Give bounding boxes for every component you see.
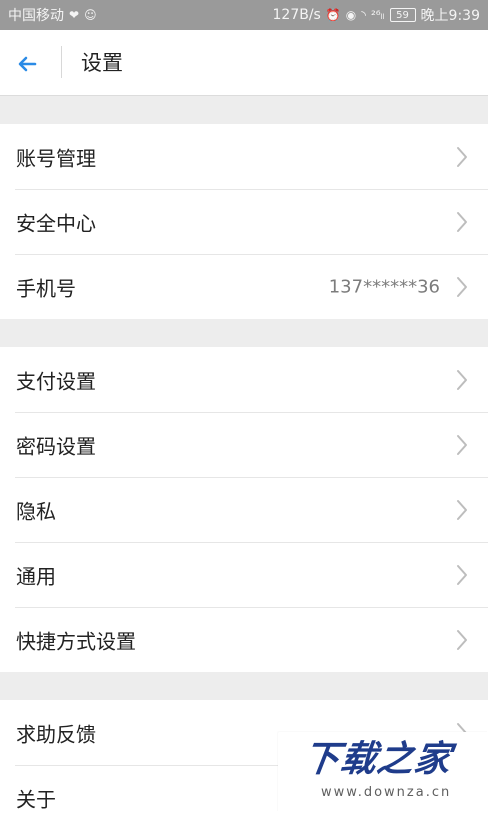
row-security-center[interactable]: 安全中心 — [0, 189, 488, 254]
row-label: 快捷方式设置 — [16, 629, 136, 653]
chevron-right-icon — [457, 276, 467, 297]
section-gap — [0, 319, 488, 347]
watermark-main: 下载之家 — [300, 739, 455, 780]
battery-icon: 59 — [389, 8, 416, 22]
row-label: 支付设置 — [16, 369, 96, 393]
clock: 晚上9:39 — [420, 8, 480, 24]
settings-section-account: 账号管理 安全中心 手机号 137******36 — [0, 124, 488, 319]
smile-icon: ☺ — [84, 8, 97, 22]
row-payment-settings[interactable]: 支付设置 — [0, 347, 488, 412]
status-right: 127B/s ⏰ ◉ ◝ ²⁶ₗₗ 59 晚上9:39 — [273, 5, 481, 25]
row-label: 手机号 — [16, 276, 76, 300]
alarm-icon: ⏰ — [325, 8, 341, 22]
page-title: 设置 — [81, 51, 123, 75]
row-label: 隐私 — [16, 499, 56, 523]
row-label: 关于 — [16, 787, 56, 811]
status-bar: 中国移动 ❤ ☺ 127B/s ⏰ ◉ ◝ ²⁶ₗₗ 59 晚上9:39 — [0, 0, 488, 30]
wifi-icon: ◝ — [361, 8, 366, 22]
header: 设置 — [0, 30, 488, 96]
section-gap — [0, 96, 488, 124]
chevron-right-icon — [457, 146, 467, 167]
header-divider — [61, 46, 62, 78]
row-label: 账号管理 — [16, 146, 96, 170]
network-speed: 127B/s — [272, 7, 321, 23]
row-label: 安全中心 — [16, 211, 96, 235]
row-phone-number[interactable]: 手机号 137******36 — [0, 254, 488, 319]
chevron-right-icon — [457, 499, 467, 520]
settings-section-preferences: 支付设置 密码设置 隐私 通用 快捷方式设置 — [0, 347, 488, 672]
chevron-right-icon — [457, 434, 467, 455]
back-button[interactable] — [10, 47, 44, 81]
arrow-left-icon — [18, 56, 37, 72]
row-password-settings[interactable]: 密码设置 — [0, 412, 488, 477]
section-gap — [0, 672, 488, 700]
row-label: 通用 — [16, 564, 56, 588]
status-left: 中国移动 ❤ ☺ — [8, 5, 97, 25]
row-privacy[interactable]: 隐私 — [0, 477, 488, 542]
row-account-management[interactable]: 账号管理 — [0, 124, 488, 189]
battery-level: 59 — [396, 9, 409, 21]
eye-icon: ◉ — [345, 8, 357, 22]
chevron-right-icon — [457, 369, 467, 390]
heart-icon: ❤ — [69, 8, 80, 22]
settings-list: 账号管理 安全中心 手机号 137******36 支付设置 密码设置 隐私 通… — [0, 96, 488, 830]
carrier-label: 中国移动 — [8, 8, 64, 24]
phone-number-value: 137******36 — [328, 276, 440, 297]
chevron-right-icon — [457, 564, 467, 585]
watermark: 下载之家 www.downza.cn — [278, 732, 488, 812]
chevron-right-icon — [457, 211, 467, 232]
row-label: 密码设置 — [16, 434, 96, 458]
chevron-right-icon — [457, 629, 467, 650]
watermark-sub: www.downza.cn — [321, 785, 452, 800]
row-general[interactable]: 通用 — [0, 542, 488, 607]
row-label: 求助反馈 — [16, 722, 96, 746]
signal-icon: ²⁶ₗₗ — [370, 8, 385, 22]
row-shortcut-settings[interactable]: 快捷方式设置 — [0, 607, 488, 672]
